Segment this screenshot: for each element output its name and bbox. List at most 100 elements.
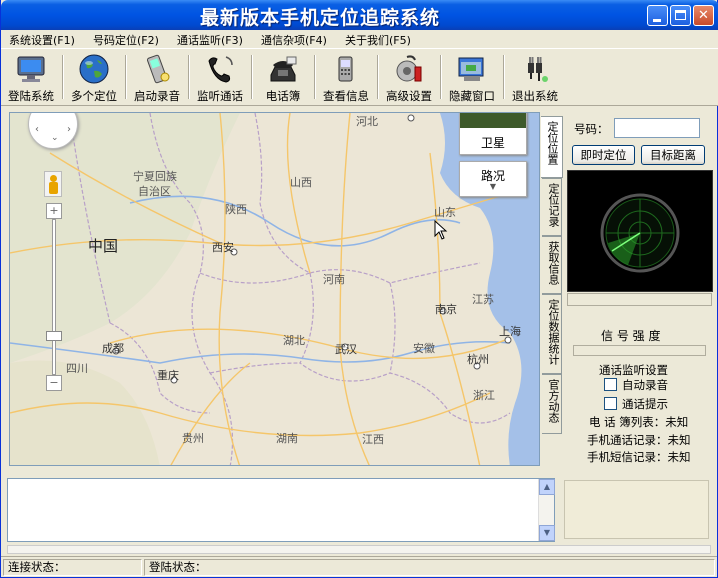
- toolbar-label: 查看信息: [323, 89, 369, 103]
- map-label: 湖北: [283, 334, 305, 347]
- monitor-icon: [17, 56, 45, 82]
- phonebook-button[interactable]: 电话簿: [253, 53, 313, 103]
- signal-strength-bar: [573, 345, 706, 356]
- advanced-settings-button[interactable]: 高级设置: [379, 53, 439, 103]
- map-label: 南京: [435, 303, 457, 316]
- log-scrollbar[interactable]: ▲ ▼: [538, 479, 555, 541]
- side-tab-strip: 定位位置 定位记录 获取信息 定位数据统计 官方动态: [541, 112, 563, 466]
- toolbar-label: 监听通话: [197, 89, 243, 103]
- login-system-button[interactable]: 登陆系统: [1, 53, 61, 103]
- hide-window-button[interactable]: 隐藏窗口: [442, 53, 502, 103]
- window-icon: [458, 57, 484, 81]
- scroll-down-icon[interactable]: ▼: [539, 525, 555, 541]
- chevron-down-icon: ▼: [489, 182, 497, 191]
- map-label: 西安: [212, 241, 234, 254]
- auto-record-checkbox[interactable]: [604, 378, 617, 391]
- map-label: 浙江: [473, 389, 495, 402]
- multi-locate-button[interactable]: 多个定位: [64, 53, 124, 103]
- menu-about[interactable]: 关于我们(F5): [345, 32, 411, 48]
- menu-number-locate[interactable]: 号码定位(F2): [93, 32, 159, 48]
- sms-log-status: 手机短信记录：未知: [587, 450, 691, 464]
- toolbar-label: 多个定位: [71, 89, 117, 103]
- call-log-status: 手机通话记录：未知: [587, 433, 691, 447]
- target-distance-button[interactable]: 目标距离: [641, 145, 705, 165]
- toolbar-label: 启动录音: [134, 89, 180, 103]
- telephone-handset-icon: [208, 56, 233, 83]
- control-panel: 号码： 即时定位 目标距离 信 号 强 度 通话监听设置 自动录音 通话提示 电…: [563, 112, 715, 466]
- satellite-button[interactable]: 卫星: [459, 113, 527, 155]
- title-bar[interactable]: 最新版本手机定位追踪系统 ✕: [1, 0, 718, 30]
- menu-system-settings[interactable]: 系统设置(F1): [9, 32, 75, 48]
- tab-label: 获取信息: [547, 241, 560, 285]
- connection-status: 连接状态：: [3, 559, 142, 576]
- map-label: 自治区: [138, 185, 171, 198]
- radar-icon: [600, 193, 680, 273]
- tab-official-news[interactable]: 官方动态: [542, 374, 562, 434]
- zoom-in-button[interactable]: +: [46, 203, 62, 219]
- tab-locate-records[interactable]: 定位记录: [542, 178, 562, 236]
- monitor-call-button[interactable]: 监听通话: [190, 53, 250, 103]
- auto-record-label: 自动录音: [622, 378, 668, 392]
- minimize-icon: [653, 19, 661, 22]
- maximize-icon: [675, 10, 686, 20]
- log-textarea[interactable]: ▲ ▼: [7, 478, 555, 542]
- toolbar-label: 电话簿: [265, 89, 301, 103]
- call-alert-label: 通话提示: [622, 397, 668, 411]
- call-alert-checkbox[interactable]: [604, 397, 617, 410]
- zoom-slider-handle[interactable]: [46, 331, 62, 341]
- pan-down-icon[interactable]: ⌄: [51, 133, 59, 143]
- street-view-pegman-icon[interactable]: [44, 171, 62, 197]
- map-label: 四川: [66, 362, 88, 375]
- mouse-cursor-icon: [434, 220, 448, 240]
- view-info-button[interactable]: 查看信息: [316, 53, 376, 103]
- pan-right-icon[interactable]: ›: [67, 124, 71, 135]
- scroll-up-icon[interactable]: ▲: [539, 479, 555, 495]
- tab-locate-position[interactable]: 定位位置: [541, 116, 563, 178]
- map-label: 山西: [290, 176, 312, 189]
- window-title: 最新版本手机定位追踪系统: [199, 7, 440, 29]
- menu-misc[interactable]: 通信杂项(F4): [261, 32, 327, 48]
- tab-label: 官方动态: [547, 379, 560, 423]
- tab-label: 定位数据统计: [547, 299, 560, 365]
- zoom-track[interactable]: [52, 219, 56, 375]
- tab-fetch-info[interactable]: 获取信息: [542, 236, 562, 294]
- close-button[interactable]: ✕: [693, 5, 714, 26]
- map-label: 江苏: [472, 293, 494, 306]
- map-label: 杭州: [467, 353, 489, 366]
- map-label: 安徽: [413, 342, 435, 355]
- plug-icon: [528, 57, 548, 82]
- menu-bar: 系统设置(F1) 号码定位(F2) 通话监听(F3) 通信杂项(F4) 关于我们…: [1, 30, 718, 48]
- maximize-button[interactable]: [670, 5, 691, 26]
- pan-left-icon[interactable]: ‹: [35, 124, 39, 135]
- toolbar: 登陆系统 多个定位 启动录音 监听通话 电话簿 查看信息 高级设置 隐藏窗口 退…: [1, 48, 718, 106]
- signal-strength-label: 信 号 强 度: [601, 329, 661, 343]
- zoom-out-button[interactable]: −: [46, 375, 62, 391]
- minimize-button[interactable]: [647, 5, 668, 26]
- exit-system-button[interactable]: 退出系统: [505, 53, 565, 103]
- progress-bar: [567, 293, 712, 306]
- map-label: 武汉: [335, 343, 357, 356]
- map-label: 成都: [102, 342, 124, 355]
- map-label: 山东: [434, 206, 456, 219]
- map-view[interactable]: ‹ › ⌄ + − 卫星 路况 ▼ 宁夏回族 自治区 中国 山西 陕西 河北 山…: [9, 112, 540, 466]
- map-label: 陕西: [225, 203, 247, 216]
- phone-message-icon: [338, 56, 353, 82]
- tab-locate-stats[interactable]: 定位数据统计: [542, 294, 562, 374]
- tab-label: 定位记录: [547, 183, 560, 227]
- map-label: 重庆: [157, 369, 179, 382]
- number-label: 号码：: [574, 122, 609, 136]
- horizontal-progress: [7, 545, 711, 554]
- main-window: 最新版本手机定位追踪系统 ✕ 系统设置(F1) 号码定位(F2) 通话监听(F3…: [0, 0, 718, 578]
- status-bar: 连接状态： 登陆状态：: [1, 556, 717, 577]
- map-label: 河北: [356, 115, 378, 128]
- satellite-label: 卫星: [480, 136, 505, 150]
- start-recording-button[interactable]: 启动录音: [127, 53, 187, 103]
- menu-call-monitor[interactable]: 通话监听(F3): [177, 32, 243, 48]
- locate-now-button[interactable]: 即时定位: [572, 145, 635, 165]
- map-label: 河南: [323, 273, 345, 286]
- radar-display: [567, 170, 713, 292]
- traffic-button[interactable]: 路况 ▼: [459, 161, 527, 197]
- toolbar-label: 登陆系统: [8, 89, 54, 103]
- number-input[interactable]: [614, 118, 700, 138]
- phonebook-status: 电 话 簿列表：未知: [589, 415, 689, 429]
